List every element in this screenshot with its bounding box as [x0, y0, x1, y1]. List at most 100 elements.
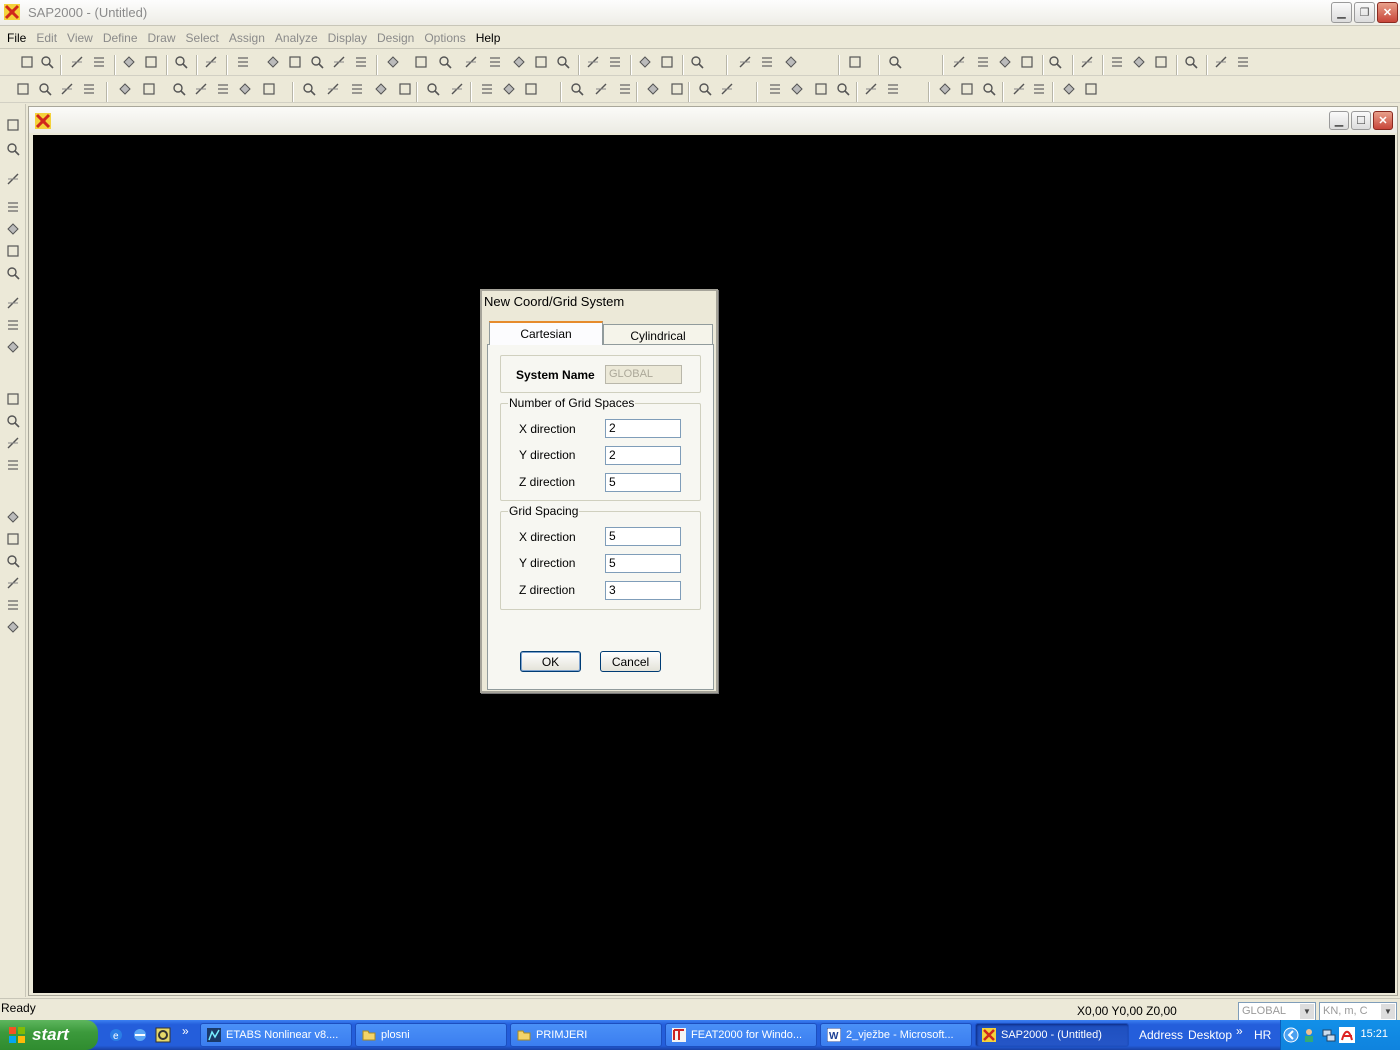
toolbar-tool-icon[interactable]: [864, 82, 878, 96]
minimize-button[interactable]: ▁: [1331, 2, 1352, 23]
toolbar-tool-icon[interactable]: [790, 82, 804, 96]
network-tray-icon[interactable]: [1321, 1027, 1337, 1043]
toolbar-tool-icon[interactable]: [450, 82, 464, 96]
toolbar-tool-icon[interactable]: [354, 55, 368, 69]
toolbar-tool-icon[interactable]: [426, 82, 440, 96]
toolbar-tool-icon[interactable]: [6, 318, 20, 332]
toolbar-tool-icon[interactable]: [1084, 82, 1098, 96]
grid-spacing-y-input[interactable]: 5: [605, 554, 681, 573]
toolbar-tool-icon[interactable]: [660, 55, 674, 69]
menu-display[interactable]: Display: [323, 31, 372, 45]
toolbar-tool-icon[interactable]: [720, 82, 734, 96]
tray-expand-icon[interactable]: [1283, 1027, 1299, 1043]
toolbar-tool-icon[interactable]: [6, 142, 20, 156]
toolbar-tool-icon[interactable]: [502, 82, 516, 96]
toolbar-tool-icon[interactable]: [6, 200, 20, 214]
quicklaunch-more[interactable]: »: [182, 1024, 189, 1038]
toolbar-tool-icon[interactable]: [888, 55, 902, 69]
toolbar-tool-icon[interactable]: [1154, 55, 1168, 69]
toolbar-tool-icon[interactable]: [332, 55, 346, 69]
task-feat2000[interactable]: FEAT2000 for Windo...: [665, 1023, 817, 1047]
toolbar-tool-icon[interactable]: [670, 82, 684, 96]
restore-button[interactable]: ❐: [1354, 2, 1375, 23]
toolbar-tool-icon[interactable]: [40, 55, 54, 69]
toolbar-tool-icon[interactable]: [82, 82, 96, 96]
task-primjeri[interactable]: PRIMJERI: [510, 1023, 662, 1047]
child-minimize-button[interactable]: ▁: [1329, 111, 1349, 130]
toolbar-tool-icon[interactable]: [6, 576, 20, 590]
toolbar-tool-icon[interactable]: [638, 55, 652, 69]
toolbar-tool-icon[interactable]: [512, 55, 526, 69]
grid-spaces-x-input[interactable]: 2: [605, 419, 681, 438]
toolbar-tool-icon[interactable]: [998, 55, 1012, 69]
toolbar-tool-icon[interactable]: [814, 82, 828, 96]
toolbar-tool-icon[interactable]: [570, 82, 584, 96]
toolbar-tool-icon[interactable]: [938, 82, 952, 96]
toolbar-tool-icon[interactable]: [1132, 55, 1146, 69]
toolbar-tool-icon[interactable]: [6, 532, 20, 546]
toolbar-tool-icon[interactable]: [760, 55, 774, 69]
toolbar-tool-icon[interactable]: [302, 82, 316, 96]
acrobat-tray-icon[interactable]: [1339, 1027, 1355, 1043]
toolbar-tool-icon[interactable]: [6, 436, 20, 450]
toolbar-tool-icon[interactable]: [488, 55, 502, 69]
toolbar-tool-icon[interactable]: [982, 82, 996, 96]
toolbar-tool-icon[interactable]: [1048, 55, 1062, 69]
toolbar-tool-icon[interactable]: [172, 82, 186, 96]
toolbar-tool-icon[interactable]: [60, 82, 74, 96]
tab-cylindrical[interactable]: Cylindrical: [603, 324, 713, 346]
toolbar-more[interactable]: »: [1236, 1024, 1243, 1038]
toolbar-tool-icon[interactable]: [976, 55, 990, 69]
toolbar-tool-icon[interactable]: [398, 82, 412, 96]
grid-spaces-y-input[interactable]: 2: [605, 446, 681, 465]
toolbar-tool-icon[interactable]: [288, 55, 302, 69]
app-quicklaunch-icon[interactable]: [155, 1027, 171, 1043]
menu-file[interactable]: File: [2, 31, 31, 45]
toolbar-tool-icon[interactable]: [38, 82, 52, 96]
task-plosni[interactable]: plosni: [355, 1023, 507, 1047]
toolbar-tool-icon[interactable]: [6, 244, 20, 258]
toolbar-tool-icon[interactable]: [6, 598, 20, 612]
toolbar-tool-icon[interactable]: [6, 554, 20, 568]
grid-spaces-z-input[interactable]: 5: [605, 473, 681, 492]
grid-spacing-x-input[interactable]: 5: [605, 527, 681, 546]
toolbar-tool-icon[interactable]: [952, 55, 966, 69]
toolbar-tool-icon[interactable]: [204, 55, 218, 69]
desktop-toolbar-label[interactable]: Desktop: [1188, 1028, 1232, 1042]
toolbar-tool-icon[interactable]: [414, 55, 428, 69]
units-select[interactable]: KN, m, C ▼: [1319, 1002, 1397, 1021]
toolbar-tool-icon[interactable]: [6, 340, 20, 354]
toolbar-tool-icon[interactable]: [6, 172, 20, 186]
toolbar-tool-icon[interactable]: [534, 55, 548, 69]
toolbar-tool-icon[interactable]: [6, 458, 20, 472]
child-maximize-button[interactable]: ☐: [1351, 111, 1371, 130]
toolbar-tool-icon[interactable]: [142, 82, 156, 96]
menu-help[interactable]: Help: [471, 31, 506, 45]
toolbar-tool-icon[interactable]: [848, 55, 862, 69]
cancel-button[interactable]: Cancel: [600, 651, 661, 672]
toolbar-tool-icon[interactable]: [1236, 55, 1250, 69]
toolbar-tool-icon[interactable]: [174, 55, 188, 69]
toolbar-tool-icon[interactable]: [1080, 55, 1094, 69]
toolbar-tool-icon[interactable]: [524, 82, 538, 96]
toolbar-tool-icon[interactable]: [266, 55, 280, 69]
task-sap2000[interactable]: SAP2000 - (Untitled): [975, 1023, 1129, 1047]
toolbar-tool-icon[interactable]: [738, 55, 752, 69]
close-button[interactable]: ✕: [1377, 2, 1398, 23]
coord-system-select[interactable]: GLOBAL ▼: [1238, 1002, 1316, 1021]
toolbar-tool-icon[interactable]: [6, 392, 20, 406]
toolbar-tool-icon[interactable]: [836, 82, 850, 96]
toolbar-tool-icon[interactable]: [646, 82, 660, 96]
menu-assign[interactable]: Assign: [224, 31, 270, 45]
menu-view[interactable]: View: [62, 31, 98, 45]
toolbar-tool-icon[interactable]: [556, 55, 570, 69]
toolbar-tool-icon[interactable]: [216, 82, 230, 96]
toolbar-tool-icon[interactable]: [6, 118, 20, 132]
toolbar-tool-icon[interactable]: [326, 82, 340, 96]
task-word[interactable]: W 2_vježbe - Microsoft...: [820, 1023, 972, 1047]
toolbar-tool-icon[interactable]: [608, 55, 622, 69]
toolbar-tool-icon[interactable]: [1184, 55, 1198, 69]
toolbar-tool-icon[interactable]: [1214, 55, 1228, 69]
toolbar-tool-icon[interactable]: [144, 55, 158, 69]
child-close-button[interactable]: ✕: [1373, 111, 1393, 130]
